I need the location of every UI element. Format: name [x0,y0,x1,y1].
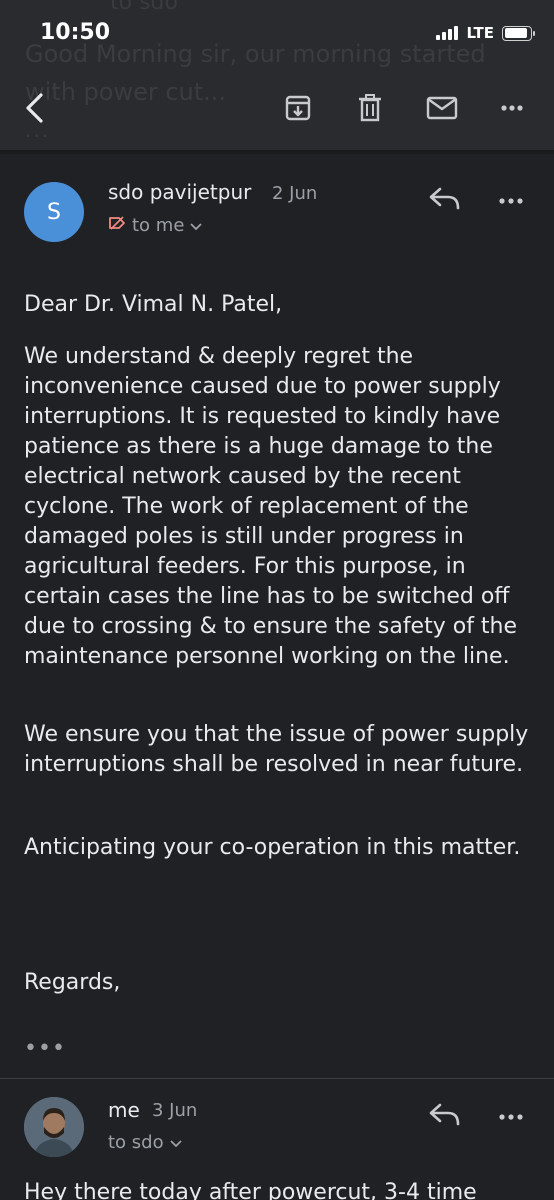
important-tag-icon [108,215,126,236]
email-paragraph: We understand & deeply regret the inconv… [24,344,518,669]
trash-icon[interactable] [350,88,390,128]
show-trimmed-content-button[interactable]: ••• [24,1036,66,1061]
mail-icon[interactable] [422,88,462,128]
recipient-details[interactable]: to me [108,215,203,236]
previous-message-line: with power cut... [25,78,227,106]
avatar[interactable] [24,1097,84,1157]
reply-icon[interactable] [428,186,462,216]
email-paragraph: Anticipating your co-operation in this m… [24,835,521,860]
avatar[interactable]: S [24,182,84,242]
previous-message-sender: to sdo [110,0,178,15]
email-greeting: Dear Dr. Vimal N. Patel, [24,292,283,317]
reply-icon[interactable] [428,1102,462,1132]
message-preview: Hey there today after powercut, 3-4 time [24,1180,477,1200]
avatar-letter: S [47,199,61,225]
signal-icon [436,26,459,40]
message-divider [0,1078,554,1079]
back-icon[interactable] [14,88,54,128]
battery-icon [502,25,535,41]
message-date: 2 Jun [272,183,318,204]
archive-icon[interactable] [278,88,318,128]
sender-name[interactable]: sdo pavijetpur [108,180,251,204]
more-icon[interactable] [492,88,532,128]
email-closing: Regards, [24,970,121,995]
app-header: to sdo Good Morning sir, our morning sta… [0,0,554,150]
recipient-details[interactable]: to sdo [108,1132,182,1153]
recipient-label: to me [132,215,185,236]
chevron-down-icon [190,215,203,236]
header-divider [0,150,554,154]
status-indicators: LTE [436,24,535,42]
status-time: 10:50 [40,20,111,45]
email-paragraph: We ensure you that the issue of power su… [24,722,529,777]
network-label: LTE [466,24,494,42]
recipient-label: to sdo [108,1132,164,1153]
message-more-icon[interactable] [498,190,524,209]
message-more-icon[interactable] [498,1106,524,1125]
chevron-down-icon [169,1132,182,1153]
sender-name[interactable]: me [108,1098,140,1122]
message-date: 3 Jun [152,1100,198,1121]
